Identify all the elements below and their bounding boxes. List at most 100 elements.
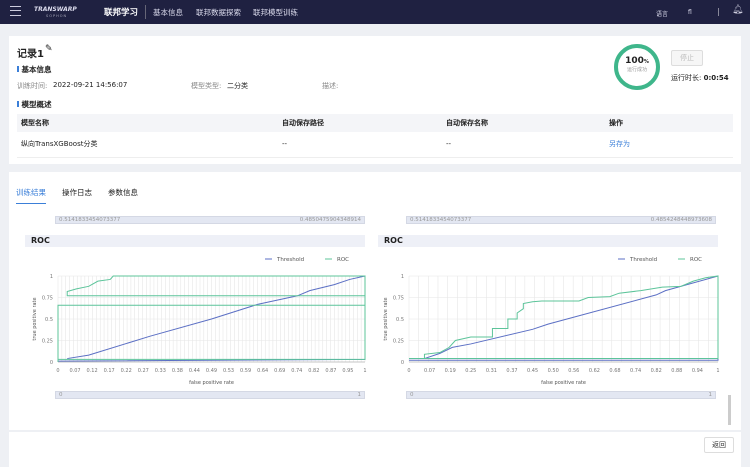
- x-tick-label: 0.56: [568, 368, 579, 374]
- duration-label: 运行时长:: [671, 74, 702, 82]
- x-tick-label: 0.87: [325, 368, 336, 374]
- model-table: 模型名称 自动保存路径 自动保存名称 操作 纵向TransXGBoost分类 -…: [17, 114, 733, 158]
- progress-ring: 100% 运行成功: [614, 44, 660, 90]
- table-header: 模型名称 自动保存路径 自动保存名称 操作: [17, 114, 733, 132]
- menu-icon[interactable]: [10, 6, 21, 16]
- slider-start-value: 0.5141833454073377: [59, 217, 121, 223]
- cell-save-name: --: [446, 140, 452, 149]
- bottom-range-slider[interactable]: 0 1: [406, 391, 716, 399]
- bottom-range-slider[interactable]: 0 1: [55, 391, 365, 399]
- roc-chart-panel: 0.5141833454073377 0.4854248448973608 RO…: [378, 210, 723, 410]
- y-tick-label: 0: [50, 360, 53, 366]
- model-type-label: 模型类型:: [191, 82, 222, 90]
- x-tick-label: 0.27: [138, 368, 149, 374]
- tab-operation-log[interactable]: 操作日志: [62, 187, 92, 198]
- chart-title: ROC: [25, 235, 365, 247]
- bell-icon[interactable]: 🔔︎: [732, 5, 743, 15]
- col-save-name: 自动保存名称: [446, 119, 488, 127]
- slider-start-value: 0.5141833454073377: [410, 217, 472, 223]
- legend-label: ROC: [337, 257, 349, 263]
- language-menu[interactable]: 语言: [656, 9, 668, 18]
- y-axis-label: true positive rate: [32, 297, 38, 340]
- tab-parameters[interactable]: 参数信息: [108, 187, 138, 198]
- x-tick-label: 0.17: [104, 368, 115, 374]
- duration: 运行时长: 0:0:54: [671, 73, 729, 83]
- legend-label: ROC: [690, 257, 702, 263]
- x-tick-label: 0.74: [291, 368, 302, 374]
- y-tick-label: 1: [50, 274, 53, 280]
- x-tick-label: 0.38: [172, 368, 183, 374]
- x-tick-label: 0.22: [121, 368, 132, 374]
- x-axis-label: false positive rate: [541, 380, 586, 386]
- stop-button[interactable]: 停止: [671, 50, 703, 66]
- scrollbar[interactable]: [728, 395, 731, 425]
- back-button[interactable]: 返回: [704, 437, 734, 453]
- nav-model-train[interactable]: 联邦模型训练: [253, 7, 298, 18]
- train-time-label: 训练时间:: [17, 82, 48, 90]
- save-as-link[interactable]: 另存为: [609, 132, 733, 157]
- y-tick-label: 0.25: [42, 339, 53, 345]
- basic-info-heading: 基本信息: [17, 64, 52, 75]
- x-tick-label: 0: [407, 368, 410, 374]
- x-tick-label: 0: [56, 368, 59, 374]
- record-title: 记录1: [17, 49, 44, 60]
- col-save-path: 自动保存路径: [282, 119, 324, 127]
- slider-end-value: 1: [708, 392, 713, 398]
- top-range-slider[interactable]: 0.5141833454073377 0.4850475904348914: [55, 216, 365, 224]
- x-tick-label: 0.12: [87, 368, 98, 374]
- train-time: 2022-09-21 14:56:07: [53, 81, 128, 89]
- table-row: 纵向TransXGBoost分类 -- -- 另存为: [17, 132, 733, 157]
- x-tick-label: 0.95: [342, 368, 353, 374]
- logo: TRANSWARP: [34, 6, 77, 13]
- x-tick-label: 0.31: [486, 368, 497, 374]
- roc-chart: 0 0.25 0.5 0.75 1 0 0.07 0.12 0.17 0.22 0.27 0.33 0.…: [32, 257, 367, 386]
- x-tick-label: 0.07: [424, 368, 435, 374]
- y-tick-label: 0: [401, 360, 404, 366]
- user-menu[interactable]: fl: [688, 9, 692, 16]
- x-tick-label: 0.82: [308, 368, 319, 374]
- progress-unit: %: [643, 59, 649, 65]
- chart-title: ROC: [378, 235, 718, 247]
- x-tick-label: 0.59: [240, 368, 251, 374]
- progress-status: 运行成功: [626, 67, 647, 73]
- progress-value: 100: [625, 56, 644, 66]
- x-tick-label: 0.19: [445, 368, 456, 374]
- top-range-slider[interactable]: 0.5141833454073377 0.4854248448973608: [406, 216, 716, 224]
- y-tick-label: 0.25: [393, 339, 404, 345]
- top-nav-bar: TRANSWARP SOPHON 联邦学习 基本信息 联邦数据探索 联邦模型训练…: [0, 0, 750, 24]
- x-tick-label: 0.94: [692, 368, 703, 374]
- x-tick-label: 0.49: [206, 368, 217, 374]
- description-label: 描述:: [322, 82, 339, 90]
- x-tick-label: 0.68: [609, 368, 620, 374]
- nav-basic-info[interactable]: 基本信息: [153, 7, 183, 18]
- model-type: 二分类: [227, 82, 248, 90]
- slider-end-value: 0.4850475904348914: [299, 217, 361, 223]
- x-tick-label: 0.62: [589, 368, 600, 374]
- nav-data-explore[interactable]: 联邦数据探索: [196, 7, 241, 18]
- x-tick-label: 0.82: [651, 368, 662, 374]
- x-tick-label: 1: [716, 368, 719, 374]
- x-axis-label: false positive rate: [189, 380, 234, 386]
- slider-end-value: 0.4854248448973608: [650, 217, 712, 223]
- logo-sub: SOPHON: [46, 14, 68, 18]
- x-tick-label: 0.50: [548, 368, 559, 374]
- x-tick-label: 0.64: [257, 368, 268, 374]
- x-tick-label: 0.69: [274, 368, 285, 374]
- y-tick-label: 0.75: [42, 296, 53, 302]
- x-tick-label: 0.37: [506, 368, 517, 374]
- roc-chart-panel: 0.5141833454073377 0.4850475904348914 RO…: [25, 210, 370, 410]
- slider-end-value: 1: [357, 392, 362, 398]
- tab-training-results[interactable]: 训练结果: [16, 187, 46, 198]
- col-action: 操作: [609, 119, 623, 127]
- legend-label: Threshold: [629, 257, 657, 263]
- y-tick-label: 0.5: [396, 317, 404, 323]
- x-tick-label: 0.07: [69, 368, 80, 374]
- x-tick-label: 0.53: [223, 368, 234, 374]
- y-tick-label: 0.5: [45, 317, 53, 323]
- app-title[interactable]: 联邦学习: [104, 6, 138, 18]
- x-tick-label: 1: [363, 368, 366, 374]
- legend-label: Threshold: [276, 257, 304, 263]
- footer: [9, 432, 741, 467]
- duration-value: 0:0:54: [703, 74, 729, 82]
- edit-icon[interactable]: ✎: [45, 44, 53, 54]
